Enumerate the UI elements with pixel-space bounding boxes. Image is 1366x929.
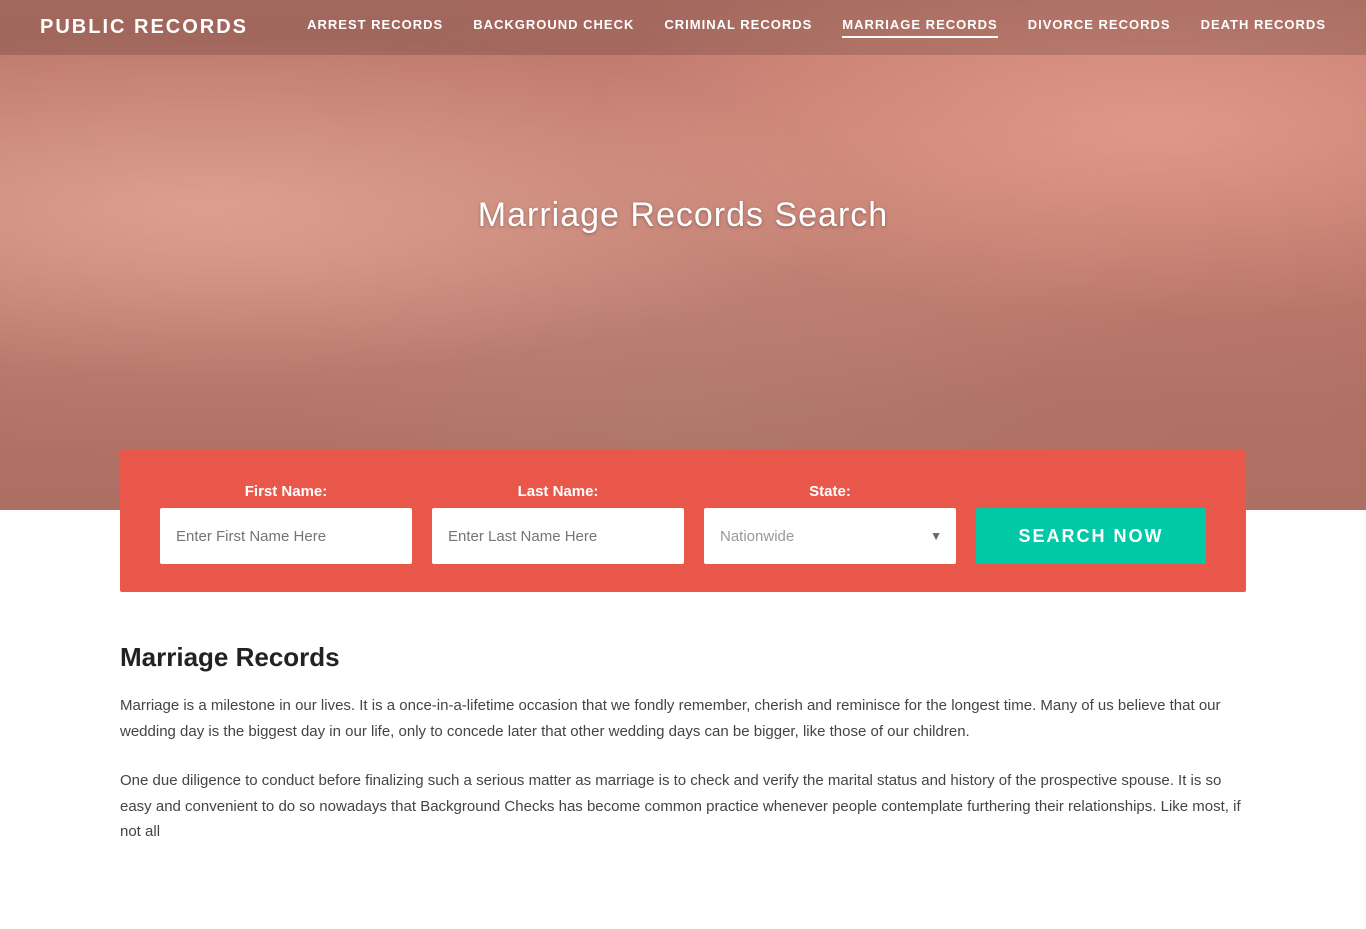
main-nav: ARREST RECORDS BACKGROUND CHECK CRIMINAL R… <box>307 17 1326 38</box>
content-heading: Marriage Records <box>120 642 1246 673</box>
state-select[interactable]: NationwideAlabamaAlaskaArizonaArkansasCa… <box>704 508 956 564</box>
state-label: State: <box>704 483 956 500</box>
main-content: Marriage Records Marriage is a milestone… <box>0 592 1366 929</box>
site-logo[interactable]: PUBLIC RECORDS <box>40 16 248 39</box>
search-form: First Name: Last Name: State: Nationwide… <box>120 450 1246 592</box>
first-name-input[interactable] <box>160 508 412 564</box>
state-field: State: NationwideAlabamaAlaskaArizonaArk… <box>704 483 956 564</box>
content-paragraph-1: Marriage is a milestone in our lives. It… <box>120 693 1246 744</box>
nav-link-arrest-records[interactable]: ARREST RECORDS <box>307 17 443 38</box>
first-name-label: First Name: <box>160 483 412 500</box>
nav-link-criminal-records[interactable]: CRIMINAL RECORDS <box>664 17 812 38</box>
nav-link-death-records[interactable]: DEATH RECORDS <box>1201 17 1326 38</box>
hero-title: Marriage Records Search <box>478 196 888 235</box>
content-paragraph-2: One due diligence to conduct before fina… <box>120 768 1246 845</box>
state-select-wrapper: NationwideAlabamaAlaskaArizonaArkansasCa… <box>704 508 956 564</box>
hero-section: Marriage Records Search <box>0 0 1366 510</box>
nav-link-background-check[interactable]: BACKGROUND CHECK <box>473 17 634 38</box>
search-now-button[interactable]: SEARCH NOW <box>976 508 1206 564</box>
first-name-field: First Name: <box>160 483 412 564</box>
last-name-field: Last Name: <box>432 483 684 564</box>
hero-background <box>0 0 1366 510</box>
nav-link-marriage-records[interactable]: MARRIAGE RECORDS <box>842 17 997 38</box>
last-name-label: Last Name: <box>432 483 684 500</box>
site-header: PUBLIC RECORDS ARREST RECORDS BACKGROUND … <box>0 0 1366 55</box>
nav-link-divorce-records[interactable]: DIVORCE RECORDS <box>1028 17 1171 38</box>
last-name-input[interactable] <box>432 508 684 564</box>
